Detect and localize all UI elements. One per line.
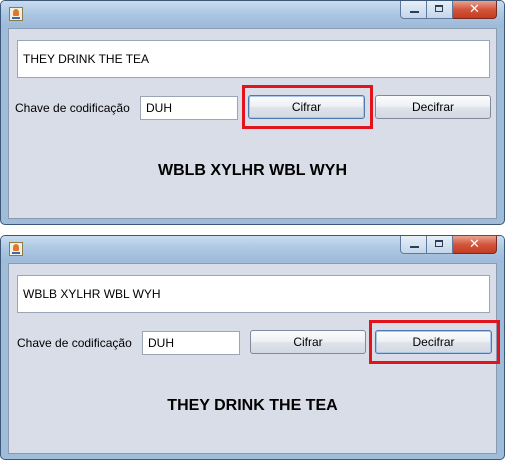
close-icon: ✕ bbox=[469, 237, 480, 252]
window-controls: ✕ bbox=[400, 1, 497, 19]
content-panel: THEY DRINK THE TEA Chave de codificação … bbox=[8, 28, 497, 219]
content-panel: WBLB XYLHR WBL WYH Chave de codificação … bbox=[8, 263, 500, 454]
minimize-icon bbox=[410, 11, 419, 13]
close-button[interactable]: ✕ bbox=[453, 236, 497, 254]
key-input[interactable]: DUH bbox=[142, 331, 240, 355]
cipher-window-encrypt: ✕ THEY DRINK THE TEA Chave de codificaçã… bbox=[0, 0, 505, 225]
title-bar[interactable]: ✕ bbox=[1, 1, 504, 27]
cipher-window-decrypt: ✕ WBLB XYLHR WBL WYH Chave de codificaçã… bbox=[0, 235, 505, 460]
message-input[interactable]: WBLB XYLHR WBL WYH bbox=[17, 275, 490, 313]
key-input[interactable]: DUH bbox=[140, 96, 238, 120]
result-text: THEY DRINK THE TEA bbox=[167, 397, 338, 414]
key-label: Chave de codificação bbox=[17, 336, 132, 350]
window-controls: ✕ bbox=[400, 236, 497, 254]
maximize-icon bbox=[435, 5, 443, 12]
maximize-button[interactable] bbox=[427, 1, 453, 19]
key-label: Chave de codificação bbox=[15, 101, 130, 115]
java-coffee-icon[interactable] bbox=[9, 7, 23, 21]
close-icon: ✕ bbox=[469, 2, 480, 17]
message-input[interactable]: THEY DRINK THE TEA bbox=[17, 40, 490, 78]
close-button[interactable]: ✕ bbox=[453, 1, 497, 19]
minimize-icon bbox=[410, 246, 419, 248]
result-text: WBLB XYLHR WBL WYH bbox=[157, 162, 347, 179]
encrypt-button[interactable]: Cifrar bbox=[250, 330, 366, 354]
java-coffee-icon[interactable] bbox=[9, 242, 23, 256]
minimize-button[interactable] bbox=[400, 1, 427, 19]
encrypt-button[interactable]: Cifrar bbox=[248, 95, 365, 119]
decrypt-button[interactable]: Decifrar bbox=[375, 95, 491, 119]
decrypt-button[interactable]: Decifrar bbox=[375, 330, 492, 354]
maximize-icon bbox=[435, 240, 443, 247]
title-bar[interactable]: ✕ bbox=[1, 236, 504, 262]
maximize-button[interactable] bbox=[427, 236, 453, 254]
minimize-button[interactable] bbox=[400, 236, 427, 254]
